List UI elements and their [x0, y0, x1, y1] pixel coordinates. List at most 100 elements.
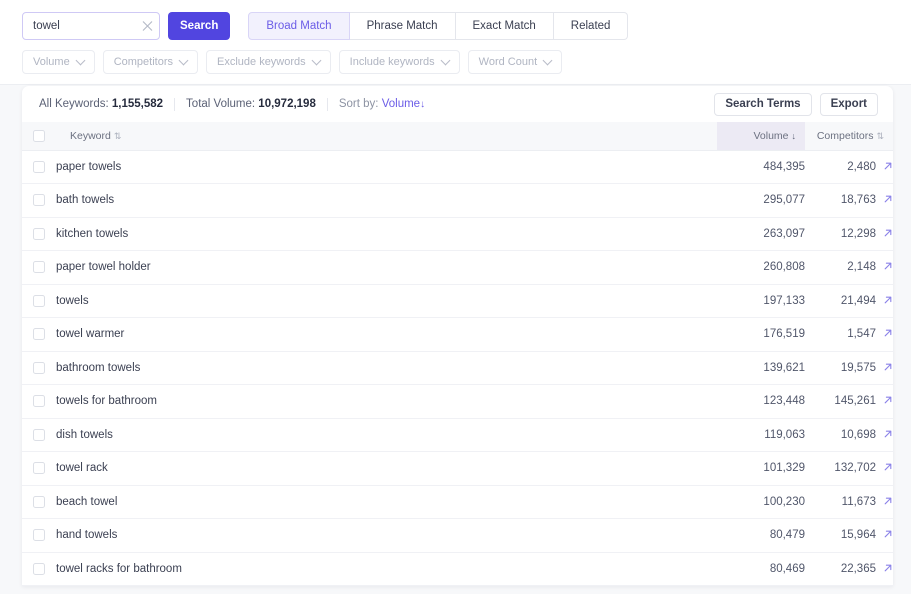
row-checkbox[interactable]: [33, 295, 45, 307]
keyword-cell[interactable]: hand towels: [56, 519, 717, 553]
row-checkbox[interactable]: [33, 261, 45, 273]
filter-word-count[interactable]: Word Count: [468, 50, 563, 74]
competitors-cell[interactable]: 2,148: [805, 251, 893, 285]
table-row[interactable]: bath towels295,07718,763: [22, 184, 893, 218]
filter-volume[interactable]: Volume: [22, 50, 95, 74]
chevron-down-icon: [440, 55, 450, 65]
open-external-icon[interactable]: [883, 429, 893, 439]
open-external-icon[interactable]: [883, 295, 893, 305]
competitors-cell[interactable]: 15,964: [805, 519, 893, 553]
open-external-icon[interactable]: [883, 362, 893, 372]
tab-phrase-match[interactable]: Phrase Match: [350, 12, 456, 40]
row-checkbox[interactable]: [33, 496, 45, 508]
volume-cell: 100,230: [717, 485, 805, 519]
row-select-cell: [22, 217, 56, 251]
column-header-volume[interactable]: Volume↓: [717, 122, 805, 150]
volume-cell: 176,519: [717, 318, 805, 352]
open-external-icon[interactable]: [883, 563, 893, 573]
tab-exact-match[interactable]: Exact Match: [456, 12, 554, 40]
competitors-cell[interactable]: 2,480: [805, 150, 893, 184]
row-checkbox[interactable]: [33, 328, 45, 340]
row-checkbox[interactable]: [33, 194, 45, 206]
competitors-cell[interactable]: 1,547: [805, 318, 893, 352]
sort-by-value[interactable]: Volume: [382, 98, 420, 110]
table-row[interactable]: towel rack101,329132,702: [22, 452, 893, 486]
sort-descending-icon[interactable]: ↓: [792, 131, 796, 141]
table-row[interactable]: hand towels80,47915,964: [22, 519, 893, 553]
column-header-competitors[interactable]: Competitors⇅: [805, 122, 893, 150]
competitors-cell[interactable]: 145,261: [805, 385, 893, 419]
filter-word-count-label: Word Count: [479, 56, 538, 68]
open-external-icon[interactable]: [883, 328, 893, 338]
open-external-icon[interactable]: [883, 496, 893, 506]
open-external-icon[interactable]: [883, 228, 893, 238]
competitors-cell[interactable]: 18,763: [805, 184, 893, 218]
table-row[interactable]: kitchen towels263,09712,298: [22, 217, 893, 251]
row-checkbox[interactable]: [33, 395, 45, 407]
open-external-icon[interactable]: [883, 261, 893, 271]
row-checkbox[interactable]: [33, 563, 45, 575]
row-checkbox[interactable]: [33, 228, 45, 240]
select-all-checkbox[interactable]: [33, 130, 45, 142]
open-external-icon[interactable]: [883, 462, 893, 472]
table-row[interactable]: dish towels119,06310,698: [22, 418, 893, 452]
table-row[interactable]: towel warmer176,5191,547: [22, 318, 893, 352]
competitors-value: 12,298: [841, 228, 876, 240]
keyword-cell[interactable]: towel warmer: [56, 318, 717, 352]
keyword-cell[interactable]: paper towel holder: [56, 251, 717, 285]
filter-competitors[interactable]: Competitors: [103, 50, 198, 74]
keyword-cell[interactable]: towels for bathroom: [56, 385, 717, 419]
competitors-cell[interactable]: 19,575: [805, 351, 893, 385]
row-select-cell: [22, 150, 56, 184]
sort-toggle-icon[interactable]: ⇅: [876, 131, 883, 141]
table-row[interactable]: towels197,13321,494: [22, 284, 893, 318]
search-input[interactable]: [22, 12, 160, 40]
row-checkbox[interactable]: [33, 462, 45, 474]
competitors-cell[interactable]: 12,298: [805, 217, 893, 251]
open-external-icon[interactable]: [883, 395, 893, 405]
row-select-cell: [22, 251, 56, 285]
open-external-icon[interactable]: [883, 194, 893, 204]
keyword-cell[interactable]: towel racks for bathroom: [56, 552, 717, 586]
keyword-cell[interactable]: bath towels: [56, 184, 717, 218]
open-external-icon[interactable]: [883, 161, 893, 171]
competitors-cell[interactable]: 10,698: [805, 418, 893, 452]
column-header-keyword[interactable]: Keyword⇅: [56, 122, 717, 150]
competitors-cell[interactable]: 132,702: [805, 452, 893, 486]
row-checkbox[interactable]: [33, 429, 45, 441]
competitors-value: 18,763: [841, 194, 876, 206]
keyword-cell[interactable]: beach towel: [56, 485, 717, 519]
search-terms-button[interactable]: Search Terms: [714, 93, 811, 116]
table-row[interactable]: towels for bathroom123,448145,261: [22, 385, 893, 419]
table-row[interactable]: paper towel holder260,8082,148: [22, 251, 893, 285]
volume-cell: 139,621: [717, 351, 805, 385]
table-row[interactable]: bathroom towels139,62119,575: [22, 351, 893, 385]
row-checkbox[interactable]: [33, 529, 45, 541]
keyword-cell[interactable]: kitchen towels: [56, 217, 717, 251]
filter-include-keywords[interactable]: Include keywords: [339, 50, 460, 74]
tab-related[interactable]: Related: [554, 12, 629, 40]
table-row[interactable]: paper towels484,3952,480: [22, 150, 893, 184]
competitors-cell[interactable]: 21,494: [805, 284, 893, 318]
keyword-cell[interactable]: towels: [56, 284, 717, 318]
tab-broad-match[interactable]: Broad Match: [248, 12, 349, 40]
row-checkbox[interactable]: [33, 362, 45, 374]
keyword-cell[interactable]: paper towels: [56, 150, 717, 184]
keyword-cell[interactable]: dish towels: [56, 418, 717, 452]
volume-cell: 197,133: [717, 284, 805, 318]
sort-by-control[interactable]: Sort by: Volume↓: [339, 98, 425, 110]
export-button[interactable]: Export: [820, 93, 878, 116]
filter-exclude-keywords[interactable]: Exclude keywords: [206, 50, 331, 74]
search-button[interactable]: Search: [168, 12, 230, 40]
competitors-cell[interactable]: 11,673: [805, 485, 893, 519]
volume-cell: 484,395: [717, 150, 805, 184]
competitors-cell[interactable]: 22,365: [805, 552, 893, 586]
table-row[interactable]: beach towel100,23011,673: [22, 485, 893, 519]
keyword-cell[interactable]: towel rack: [56, 452, 717, 486]
table-row[interactable]: towel racks for bathroom80,46922,365: [22, 552, 893, 586]
close-icon[interactable]: [142, 21, 153, 32]
row-checkbox[interactable]: [33, 161, 45, 173]
sort-toggle-icon[interactable]: ⇅: [114, 131, 121, 141]
keyword-cell[interactable]: bathroom towels: [56, 351, 717, 385]
open-external-icon[interactable]: [883, 529, 893, 539]
